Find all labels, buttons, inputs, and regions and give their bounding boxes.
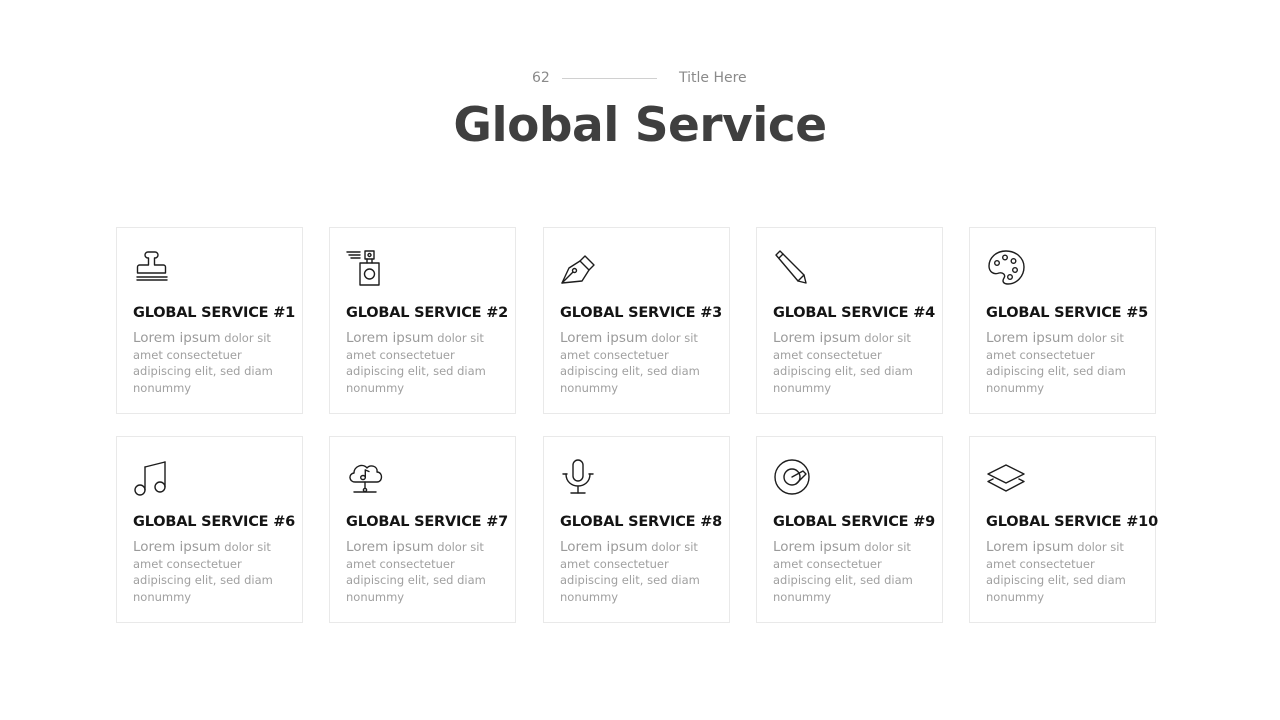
- service-card: GLOBAL SERVICE #4 Lorem ipsum dolor sit …: [756, 227, 943, 414]
- microphone-icon: [560, 457, 600, 497]
- card-title: GLOBAL SERVICE #1: [133, 305, 296, 321]
- card-description: Lorem ipsum dolor sit amet consectetuer …: [986, 539, 1126, 604]
- service-card: GLOBAL SERVICE #10 Lorem ipsum dolor sit…: [969, 436, 1158, 623]
- card-title: GLOBAL SERVICE #5: [986, 305, 1149, 321]
- record-disc-icon: [773, 457, 813, 497]
- card-description: Lorem ipsum dolor sit amet consectetuer …: [346, 330, 486, 395]
- pen-nib-icon: [560, 248, 600, 288]
- layers-icon: [986, 457, 1026, 497]
- service-card: GLOBAL SERVICE #9 Lorem ipsum dolor sit …: [756, 436, 943, 623]
- card-description: Lorem ipsum dolor sit amet consectetuer …: [346, 539, 486, 604]
- service-card: GLOBAL SERVICE #6 Lorem ipsum dolor sit …: [116, 436, 303, 623]
- card-title: GLOBAL SERVICE #4: [773, 305, 936, 321]
- cloud-music-icon: [346, 457, 386, 497]
- service-card: GLOBAL SERVICE #8 Lorem ipsum dolor sit …: [543, 436, 730, 623]
- card-title: GLOBAL SERVICE #9: [773, 514, 936, 530]
- service-card: GLOBAL SERVICE #2 Lorem ipsum dolor sit …: [329, 227, 516, 414]
- card-description: Lorem ipsum dolor sit amet consectetuer …: [133, 330, 273, 395]
- card-title: GLOBAL SERVICE #3: [560, 305, 723, 321]
- card-description: Lorem ipsum dolor sit amet consectetuer …: [133, 539, 273, 604]
- card-title: GLOBAL SERVICE #6: [133, 514, 296, 530]
- perfume-icon: [346, 248, 386, 288]
- card-description: Lorem ipsum dolor sit amet consectetuer …: [773, 330, 913, 395]
- slide: 62 Title Here Global Service GLOBAL SERV…: [0, 0, 1280, 720]
- divider: [562, 78, 657, 79]
- card-description: Lorem ipsum dolor sit amet consectetuer …: [560, 539, 700, 604]
- palette-icon: [986, 248, 1026, 288]
- card-title: GLOBAL SERVICE #2: [346, 305, 509, 321]
- card-description: Lorem ipsum dolor sit amet consectetuer …: [773, 539, 913, 604]
- card-title: GLOBAL SERVICE #10: [986, 514, 1158, 530]
- card-title: GLOBAL SERVICE #8: [560, 514, 723, 530]
- page-number: 62: [532, 70, 550, 86]
- header-line: 62 Title Here: [0, 68, 1280, 88]
- page-title: Global Service: [453, 98, 827, 153]
- pencil-icon: [773, 248, 813, 288]
- subtitle: Title Here: [679, 70, 747, 86]
- card-description: Lorem ipsum dolor sit amet consectetuer …: [560, 330, 700, 395]
- service-card: GLOBAL SERVICE #7 Lorem ipsum dolor sit …: [329, 436, 516, 623]
- music-note-icon: [133, 457, 173, 497]
- service-card: GLOBAL SERVICE #1 Lorem ipsum dolor sit …: [116, 227, 303, 414]
- card-title: GLOBAL SERVICE #7: [346, 514, 509, 530]
- stamp-icon: [133, 248, 173, 288]
- service-card: GLOBAL SERVICE #3 Lorem ipsum dolor sit …: [543, 227, 730, 414]
- card-description: Lorem ipsum dolor sit amet consectetuer …: [986, 330, 1126, 395]
- service-card: GLOBAL SERVICE #5 Lorem ipsum dolor sit …: [969, 227, 1156, 414]
